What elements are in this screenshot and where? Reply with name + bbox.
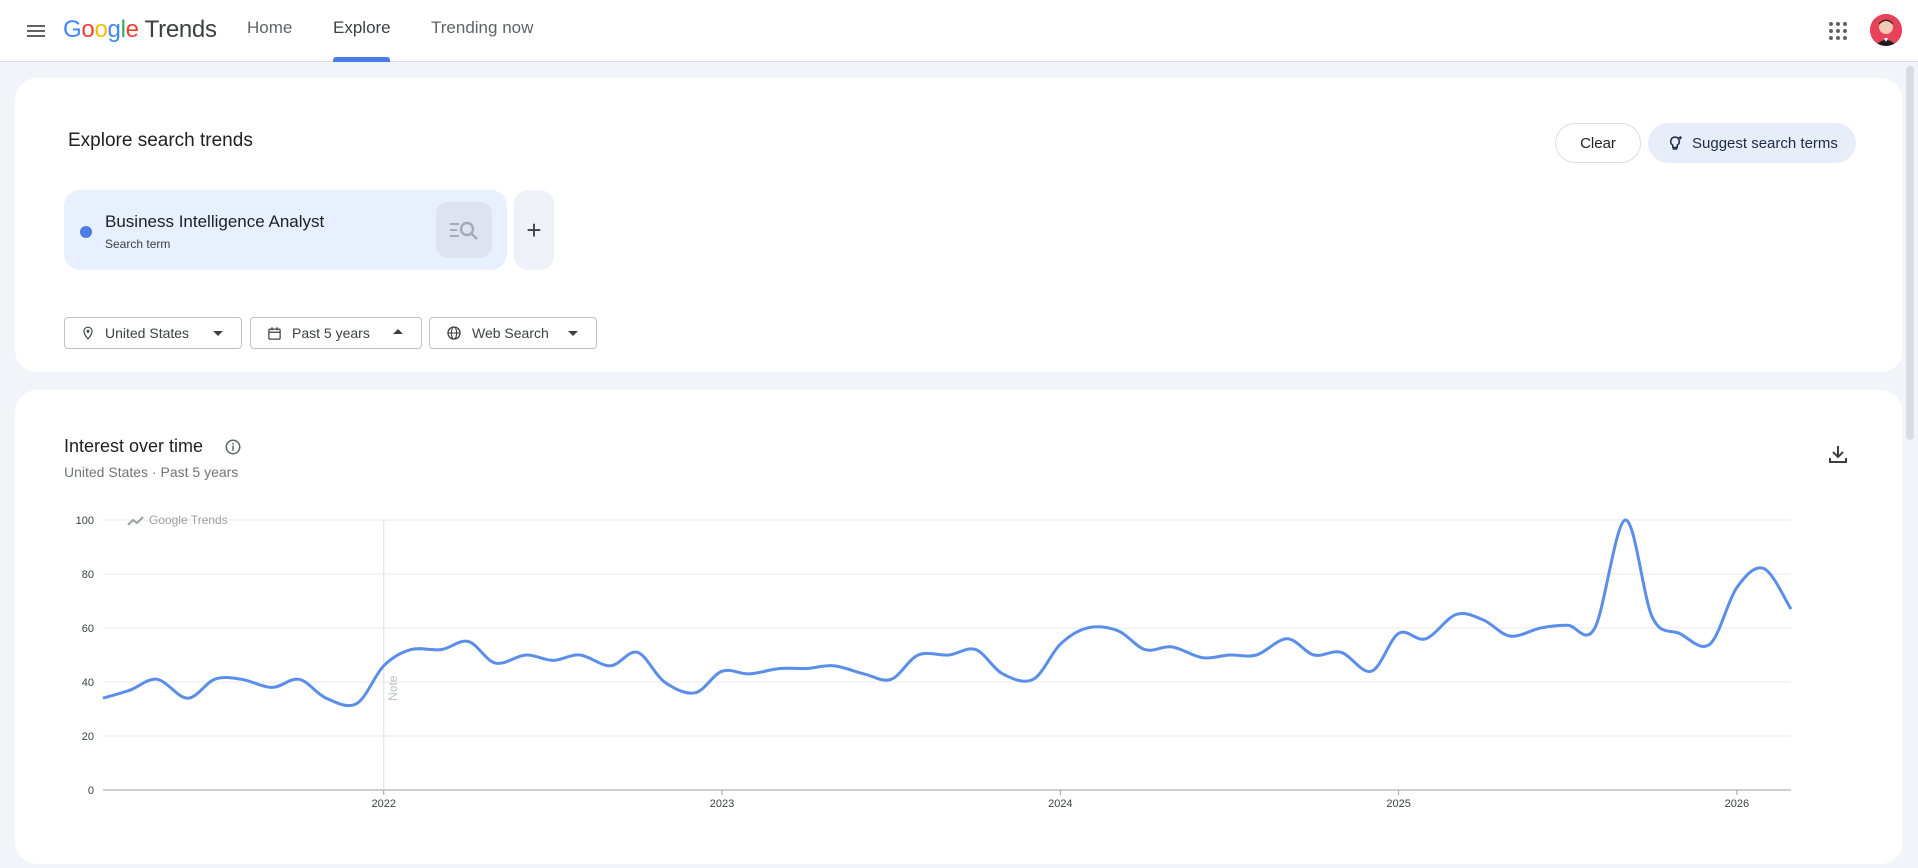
suggest-label: Suggest search terms xyxy=(1692,134,1838,152)
suggest-search-terms-button[interactable]: Suggest search terms xyxy=(1648,123,1856,163)
logo-letter: o xyxy=(81,16,95,43)
x-tick-label: 2025 xyxy=(1386,798,1410,810)
search-property-filter[interactable]: Web Search xyxy=(429,317,597,349)
logo-letter: g xyxy=(107,16,121,43)
nav-tab-trending-now[interactable]: Trending now xyxy=(431,18,533,62)
account-avatar[interactable] xyxy=(1870,14,1902,46)
logo-letter: e xyxy=(125,16,139,43)
y-tick-label: 40 xyxy=(82,677,94,689)
logo-letter: o xyxy=(94,16,108,43)
google-trends-logo[interactable]: Google Trends xyxy=(63,14,217,46)
interest-line-chart: Google Trends Note 0 20 40 60 80 100 2022 2023 2… xyxy=(76,513,1793,810)
calendar-icon xyxy=(268,326,281,340)
chevron-down-icon xyxy=(568,331,578,336)
nav-tab-home[interactable]: Home xyxy=(247,18,292,62)
active-tab-indicator xyxy=(333,57,390,62)
apps-grid-icon[interactable] xyxy=(1826,19,1850,43)
trend-line-icon xyxy=(127,516,144,526)
explore-title: Explore search trends xyxy=(68,130,253,151)
avatar-portrait-icon xyxy=(1870,14,1902,46)
y-tick-label: 80 xyxy=(82,569,94,581)
clear-button[interactable]: Clear xyxy=(1555,123,1641,163)
logo-letter: G xyxy=(63,16,82,43)
top-app-bar: Google Trends Home Explore Trending now xyxy=(0,0,1918,62)
location-pin-icon xyxy=(83,326,93,340)
interest-over-time-card: Interest over time United States · Past … xyxy=(15,390,1903,864)
time-range-value: Past 5 years xyxy=(292,325,370,341)
explore-card: Explore search trends Clear Suggest sear… xyxy=(15,78,1903,372)
y-tick-label: 100 xyxy=(76,515,94,527)
term-name: Business Intelligence Analyst xyxy=(105,212,325,231)
refine-term-button[interactable] xyxy=(436,202,492,258)
y-tick-label: 0 xyxy=(88,785,94,797)
list-search-icon xyxy=(450,221,478,240)
search-term-chip[interactable]: Business Intelligence Analyst Search ter… xyxy=(64,190,507,270)
time-range-filter[interactable]: Past 5 years xyxy=(250,317,422,349)
logo-trends-word: Trends xyxy=(144,16,217,43)
lightbulb-sparkle-icon xyxy=(1669,135,1683,150)
y-tick-label: 60 xyxy=(82,623,94,635)
chevron-up-icon xyxy=(393,329,403,334)
series-line xyxy=(102,518,1793,708)
x-tick-label: 2022 xyxy=(372,798,396,810)
search-property-value: Web Search xyxy=(472,325,549,341)
nav-tab-explore[interactable]: Explore xyxy=(333,18,391,62)
google-trends-watermark: Google Trends xyxy=(149,513,228,527)
hamburger-menu-icon[interactable] xyxy=(24,19,48,43)
add-comparison-button[interactable]: + xyxy=(514,190,554,270)
term-type: Search term xyxy=(105,237,171,251)
chevron-down-icon xyxy=(213,331,223,336)
x-tick-label: 2026 xyxy=(1725,798,1749,810)
globe-icon xyxy=(447,326,461,340)
term-color-dot xyxy=(80,226,92,238)
location-filter[interactable]: United States xyxy=(64,317,242,349)
x-tick-label: 2023 xyxy=(710,798,734,810)
note-label: Note xyxy=(386,675,400,701)
y-tick-label: 20 xyxy=(82,731,94,743)
page-scrollbar-thumb[interactable] xyxy=(1906,66,1914,440)
x-tick-label: 2024 xyxy=(1048,798,1072,810)
location-value: United States xyxy=(105,325,190,341)
